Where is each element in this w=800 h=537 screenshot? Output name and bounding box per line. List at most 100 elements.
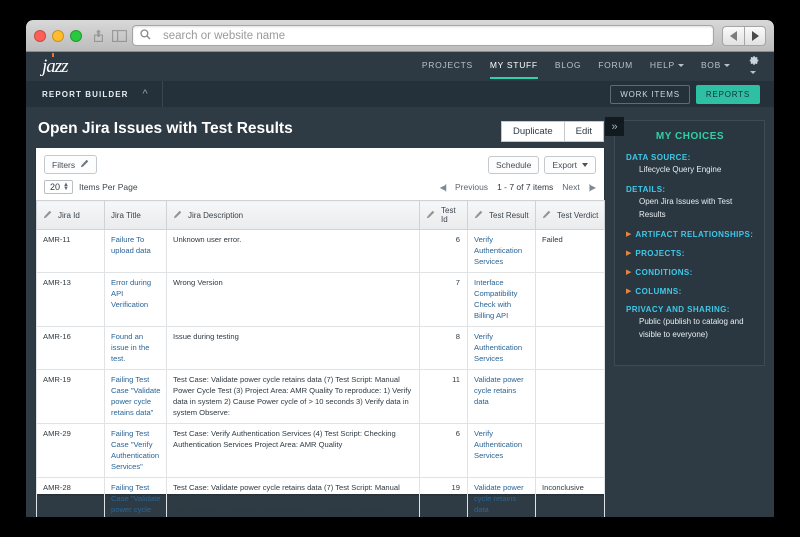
main-content: Open Jira Issues with Test Results Dupli… [26,107,774,517]
minimize-window-button[interactable] [52,29,64,42]
table-row[interactable]: AMR-16 Found an issue in the test. Issue… [36,326,605,370]
cell-test-id: 6 [419,229,468,273]
duplicate-button[interactable]: Duplicate [501,121,565,142]
chevron-up-icon[interactable]: ^ [143,88,148,100]
report-builder-strip: REPORT BUILDER ^ WORK ITEMS REPORTS [26,81,774,107]
choice-projects[interactable]: ▶ PROJECTS: [626,249,754,260]
report-builder-tab[interactable]: REPORT BUILDER ^ [26,81,163,107]
choice-data-source: DATA SOURCE: Lifecycle Query Engine [626,153,754,176]
cell-jira-id: AMR-16 [36,326,105,370]
nav-item-forum[interactable]: FORUM [598,60,633,73]
column-header-jira-description[interactable]: Jira Description [166,200,420,230]
cell-jira-title[interactable]: Failing Test Case "Validate power cycle … [104,369,167,424]
nav-item-bob[interactable]: BOB [701,60,730,73]
share-icon[interactable] [90,27,106,45]
column-header-test-result[interactable]: Test Result [467,200,536,230]
reports-button[interactable]: REPORTS [695,84,760,104]
next-page-button[interactable]: Next [562,182,579,192]
collapse-panel-button[interactable]: » [605,117,624,136]
browser-chrome: search or website name [26,20,774,52]
stepper-arrows-icon[interactable]: ▲ ▼ [63,182,69,192]
address-bar[interactable]: search or website name [132,25,714,46]
table-row[interactable]: AMR-19 Failing Test Case "Validate power… [36,369,605,424]
table-row[interactable]: AMR-11 Failure To upload data Unknown us… [36,229,605,273]
chevrons-right-icon: » [611,120,618,133]
browser-window: search or website name jazz PROJECTS MY … [26,20,774,517]
column-header-test-verdict[interactable]: Test Verdict [535,200,605,230]
artifact-relationships-label: ARTIFACT RELATIONSHIPS: [635,230,754,240]
column-header-label: Test Verdict [557,210,599,220]
choice-conditions[interactable]: ▶ CONDITIONS: [626,268,754,279]
items-per-page-stepper[interactable]: 20 ▲ ▼ [44,180,73,194]
cell-test-result[interactable]: Verify Authentication Services [467,423,536,478]
cell-jira-title[interactable]: Error during API Verification [104,272,167,327]
column-header-label: Jira Title [111,210,141,220]
table-header-row: Jira Id Jira Title Jira Description Test… [36,200,605,230]
column-header-jira-title[interactable]: Jira Title [104,200,167,230]
choice-details: DETAILS: Open Jira Issues with Test Resu… [626,185,754,221]
nav-item-projects[interactable]: PROJECTS [422,60,473,73]
cell-jira-description: Issue during testing [166,326,420,370]
forward-button[interactable] [744,25,766,46]
choice-columns[interactable]: ▶ COLUMNS: [626,287,754,298]
choices-column: » MY CHOICES DATA SOURCE: Lifecycle Quer… [605,107,774,517]
cell-test-verdict [535,272,605,327]
top-navigation: PROJECTS MY STUFF BLOG FORUM HELP BOB [422,54,760,80]
choice-artifact-relationships[interactable]: ▶ ARTIFACT RELATIONSHIPS: [626,230,754,241]
filters-button[interactable]: Filters [44,155,98,174]
my-choices-panel: MY CHOICES DATA SOURCE: Lifecycle Query … [614,120,765,366]
cell-test-result[interactable]: Validate power cycle retains data [467,369,536,424]
pencil-icon [80,159,89,170]
cell-jira-description: Test Case: Validate power cycle retains … [166,477,420,517]
previous-page-button[interactable]: Previous [455,182,488,192]
first-page-icon[interactable]: ◀| [440,183,447,192]
export-label: Export [552,159,577,170]
nav-item-settings[interactable] [747,54,760,80]
table-row[interactable]: AMR-28 Failing Test Case "Validate power… [36,477,605,517]
cell-test-result[interactable]: Interface Compatibility Check with Billi… [467,272,536,327]
cell-jira-description: Test Case: Verify Authentication Service… [166,423,420,478]
table-row[interactable]: AMR-29 Failing Test Case "Verify Authent… [36,423,605,478]
cell-test-result[interactable]: Validate power cycle retains data [467,477,536,517]
export-button[interactable]: Export [544,155,596,174]
pencil-icon[interactable] [474,210,483,221]
schedule-button[interactable]: Schedule [487,155,540,174]
conditions-label: CONDITIONS: [635,267,693,277]
maximize-window-button[interactable] [70,29,82,42]
edit-button[interactable]: Edit [564,121,604,142]
cell-jira-title[interactable]: Failing Test Case "Verify Authentication… [104,423,167,478]
work-items-button[interactable]: WORK ITEMS [610,84,690,104]
close-window-button[interactable] [34,29,46,42]
cell-test-id: 11 [419,369,468,424]
browser-nav-buttons [722,25,766,46]
triangle-right-icon [751,30,759,41]
cell-test-result[interactable]: Verify Authentication Services [467,326,536,370]
sidebar-icon[interactable] [111,27,127,45]
jazz-logo[interactable]: jazz [42,53,69,76]
cell-jira-title[interactable]: Found an issue in the test. [104,326,167,370]
column-header-label: Jira Id [58,210,80,220]
cell-jira-description: Wrong Version [166,272,420,327]
nav-item-my-stuff[interactable]: MY STUFF [489,60,538,79]
pencil-icon[interactable] [542,210,551,221]
page-title: Open Jira Issues with Test Results [38,120,293,137]
column-header-jira-id[interactable]: Jira Id [36,200,105,230]
caret-down-icon [582,162,588,167]
back-button[interactable] [722,25,744,46]
pencil-icon[interactable] [426,210,435,221]
my-choices-title: MY CHOICES [655,131,725,142]
pagination-top: 20 ▲ ▼ Items Per Page ◀| Previous 1 - 7 o… [36,180,604,200]
table-row[interactable]: AMR-13 Error during API Verification Wro… [36,272,605,327]
triangle-right-icon: ▶ [626,249,632,257]
nav-item-blog[interactable]: BLOG [555,60,581,73]
cell-jira-title[interactable]: Failing Test Case "Validate power cycle … [104,477,167,517]
pencil-icon[interactable] [173,210,182,221]
projects-label: PROJECTS: [635,248,685,258]
cell-jira-title[interactable]: Failure To upload data [104,229,167,273]
last-page-icon[interactable]: |▶ [589,183,596,192]
filters-label: Filters [52,159,76,170]
column-header-test-id[interactable]: Test Id [419,200,468,230]
pencil-icon[interactable] [43,210,52,221]
nav-item-help[interactable]: HELP [650,60,684,73]
cell-test-result[interactable]: Verify Authentication Services [467,229,536,273]
